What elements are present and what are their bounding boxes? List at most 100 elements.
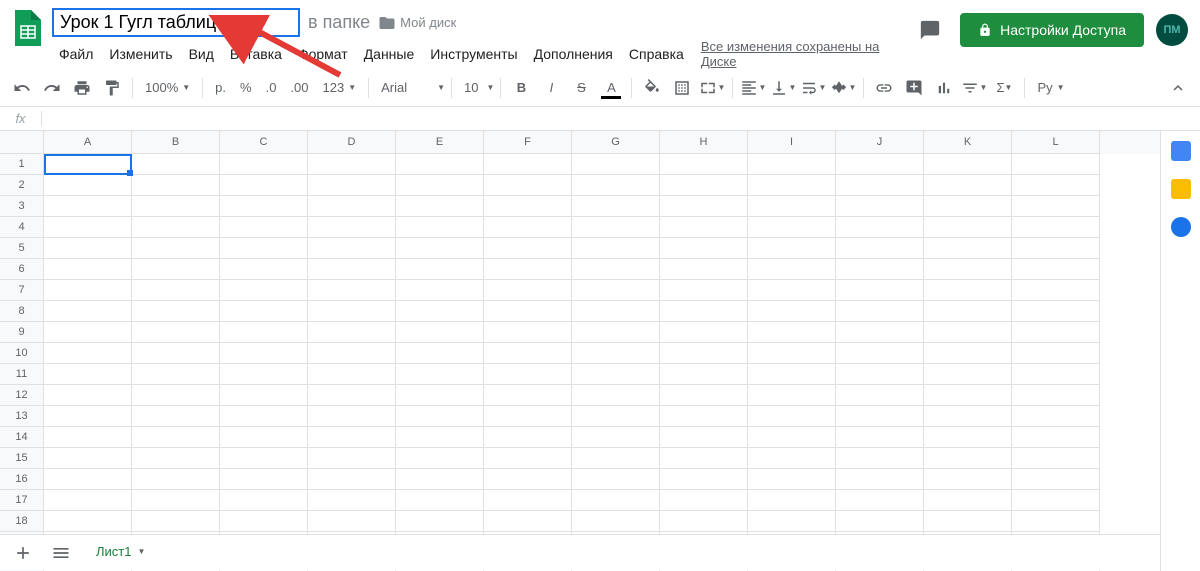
cell[interactable]: [308, 427, 396, 448]
cell[interactable]: [220, 511, 308, 532]
merge-button[interactable]: ▼: [698, 75, 726, 101]
cell[interactable]: [660, 280, 748, 301]
cell[interactable]: [132, 238, 220, 259]
row-header[interactable]: 5: [0, 238, 44, 259]
row-header[interactable]: 9: [0, 322, 44, 343]
cell[interactable]: [396, 469, 484, 490]
cell[interactable]: [44, 175, 132, 196]
cell[interactable]: [132, 322, 220, 343]
cell[interactable]: [660, 385, 748, 406]
cell[interactable]: [1012, 154, 1100, 175]
rotate-button[interactable]: ▼: [829, 75, 857, 101]
cell[interactable]: [132, 217, 220, 238]
cell[interactable]: [308, 322, 396, 343]
italic-button[interactable]: I: [537, 75, 565, 101]
cell[interactable]: [396, 364, 484, 385]
cell[interactable]: [572, 154, 660, 175]
cell[interactable]: [836, 511, 924, 532]
cell[interactable]: [220, 196, 308, 217]
cell[interactable]: [396, 427, 484, 448]
cell[interactable]: [396, 217, 484, 238]
formula-input[interactable]: [42, 111, 1200, 126]
fill-color-button[interactable]: [638, 75, 666, 101]
row-header[interactable]: 14: [0, 427, 44, 448]
cell[interactable]: [1012, 238, 1100, 259]
cell[interactable]: [132, 448, 220, 469]
cell[interactable]: [308, 175, 396, 196]
cell[interactable]: [484, 196, 572, 217]
cell[interactable]: [1012, 427, 1100, 448]
cell[interactable]: [484, 154, 572, 175]
cell[interactable]: [44, 280, 132, 301]
cell[interactable]: [748, 196, 836, 217]
cell[interactable]: [484, 280, 572, 301]
cell[interactable]: [308, 490, 396, 511]
cell[interactable]: [396, 259, 484, 280]
cell[interactable]: [572, 280, 660, 301]
cell[interactable]: [660, 490, 748, 511]
cell[interactable]: [660, 427, 748, 448]
cell[interactable]: [484, 217, 572, 238]
menu-file[interactable]: Файл: [52, 42, 100, 66]
cell[interactable]: [836, 490, 924, 511]
row-header[interactable]: 18: [0, 511, 44, 532]
cell[interactable]: [660, 301, 748, 322]
cell[interactable]: [132, 364, 220, 385]
comment-button[interactable]: [900, 75, 928, 101]
tasks-icon[interactable]: [1171, 217, 1191, 237]
cell[interactable]: [308, 154, 396, 175]
cell[interactable]: [836, 322, 924, 343]
cell[interactable]: [660, 469, 748, 490]
format-123-button[interactable]: 123▼: [317, 80, 363, 95]
cell[interactable]: [220, 490, 308, 511]
column-header[interactable]: J: [836, 131, 924, 154]
cell[interactable]: [836, 448, 924, 469]
cell[interactable]: [572, 448, 660, 469]
cell[interactable]: [748, 511, 836, 532]
cell[interactable]: [396, 448, 484, 469]
cell[interactable]: [572, 490, 660, 511]
cell[interactable]: [748, 322, 836, 343]
cell[interactable]: [44, 406, 132, 427]
cell[interactable]: [748, 259, 836, 280]
cell[interactable]: [748, 448, 836, 469]
row-header[interactable]: 2: [0, 175, 44, 196]
cell[interactable]: [308, 406, 396, 427]
menu-help[interactable]: Справка: [622, 42, 691, 66]
sheet-tab-1[interactable]: Лист1▼: [84, 538, 157, 567]
cell[interactable]: [660, 364, 748, 385]
cell[interactable]: [924, 343, 1012, 364]
cell[interactable]: [1012, 301, 1100, 322]
cell[interactable]: [396, 154, 484, 175]
cell[interactable]: [220, 217, 308, 238]
cell[interactable]: [924, 175, 1012, 196]
cell[interactable]: [220, 406, 308, 427]
cell[interactable]: [308, 385, 396, 406]
cell[interactable]: [836, 238, 924, 259]
cell[interactable]: [132, 406, 220, 427]
cell[interactable]: [132, 259, 220, 280]
cell[interactable]: [572, 301, 660, 322]
borders-button[interactable]: [668, 75, 696, 101]
cell[interactable]: [748, 238, 836, 259]
cell[interactable]: [924, 364, 1012, 385]
cell[interactable]: [132, 385, 220, 406]
row-header[interactable]: 13: [0, 406, 44, 427]
cell[interactable]: [220, 154, 308, 175]
cell[interactable]: [220, 175, 308, 196]
cell[interactable]: [572, 196, 660, 217]
cell[interactable]: [220, 427, 308, 448]
zoom-select[interactable]: 100%▼: [139, 80, 196, 95]
menu-view[interactable]: Вид: [182, 42, 221, 66]
expand-toolbar-button[interactable]: [1164, 75, 1192, 101]
menu-format[interactable]: Формат: [291, 42, 355, 66]
column-header[interactable]: B: [132, 131, 220, 154]
add-sheet-button[interactable]: [8, 538, 38, 568]
cell[interactable]: [484, 343, 572, 364]
cell[interactable]: [572, 406, 660, 427]
cell[interactable]: [660, 343, 748, 364]
cell[interactable]: [924, 427, 1012, 448]
cell[interactable]: [1012, 280, 1100, 301]
cell[interactable]: [396, 280, 484, 301]
cell[interactable]: [1012, 511, 1100, 532]
